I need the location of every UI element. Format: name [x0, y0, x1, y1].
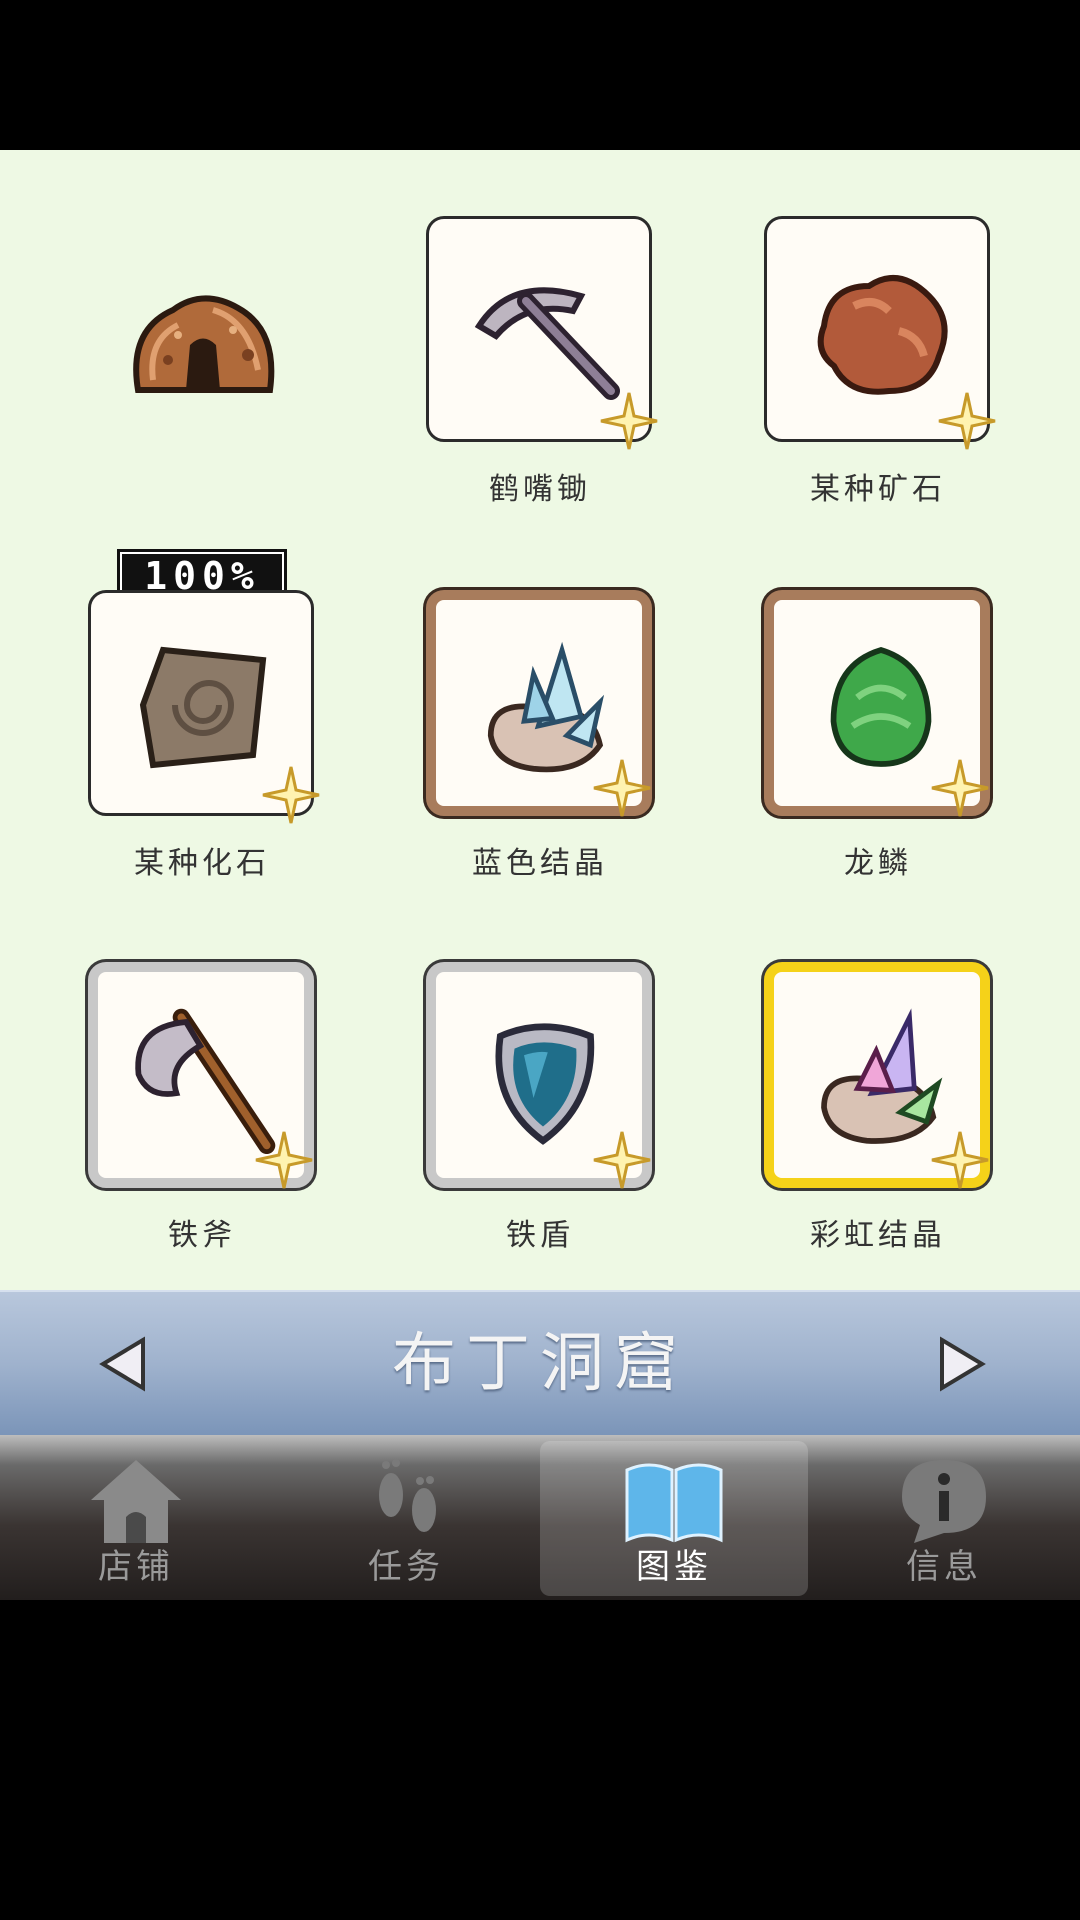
tab-label: 信息	[906, 1547, 982, 1587]
house-icon	[91, 1460, 181, 1543]
item-name: 某种化石	[134, 846, 270, 881]
collection-item[interactable]: 鹤嘴锄	[424, 216, 664, 516]
collection-item[interactable]: 铁斧	[86, 962, 326, 1262]
sparkle-icon	[593, 1131, 651, 1189]
sparkle-icon	[593, 759, 651, 817]
region-title: 布丁洞窟	[392, 1327, 688, 1401]
item-card[interactable]	[426, 590, 652, 817]
tab-shop[interactable]: 店铺	[2, 1441, 270, 1596]
collection-item[interactable]: 某种矿石	[762, 216, 1002, 516]
item-card[interactable]	[88, 962, 314, 1189]
sparkle-icon	[255, 1131, 313, 1189]
tab-quests[interactable]: 任务	[272, 1441, 540, 1596]
cave-completion: 100%	[110, 270, 290, 603]
tab-label: 任务	[368, 1547, 444, 1587]
collection-item[interactable]: 铁盾	[424, 962, 664, 1262]
collection-panel: 100% 鹤嘴锄 某种矿石 某种化石 蓝色结晶 龙鳞 铁斧 铁盾 彩虹结晶	[0, 150, 1080, 1290]
tab-label: 图鉴	[636, 1547, 712, 1587]
item-card[interactable]	[764, 590, 990, 817]
sparkle-icon	[938, 392, 996, 450]
region-selector: 布丁洞窟	[0, 1290, 1080, 1437]
right-arrow-icon[interactable]	[930, 1334, 990, 1394]
cave-mound-icon	[133, 295, 275, 393]
sparkle-icon	[600, 392, 658, 450]
item-name: 龙鳞	[844, 846, 912, 881]
item-card[interactable]	[764, 962, 990, 1189]
collection-item[interactable]: 蓝色结晶	[424, 590, 664, 890]
book-icon	[625, 1463, 723, 1543]
sparkle-icon	[931, 759, 989, 817]
tab-label: 店铺	[98, 1547, 174, 1587]
item-card[interactable]	[426, 962, 652, 1189]
item-name: 彩虹结晶	[810, 1218, 946, 1253]
collection-item[interactable]: 彩虹结晶	[762, 962, 1002, 1262]
item-name: 铁盾	[506, 1218, 574, 1253]
tab-encyclopedia[interactable]: 图鉴	[540, 1441, 808, 1596]
item-name: 铁斧	[168, 1218, 236, 1253]
item-name: 鹤嘴锄	[489, 472, 591, 507]
item-card[interactable]	[88, 590, 320, 824]
item-name: 蓝色结晶	[472, 846, 608, 881]
sparkle-icon	[262, 766, 320, 824]
item-card[interactable]	[764, 216, 996, 450]
footprints-icon	[379, 1459, 436, 1532]
info-bubble-icon	[902, 1460, 986, 1543]
item-card[interactable]	[426, 216, 658, 450]
item-name: 某种矿石	[810, 472, 946, 507]
collection-item[interactable]: 某种化石	[86, 590, 326, 890]
tab-bar: 店铺 任务 图鉴 信息	[0, 1435, 1080, 1600]
collection-item[interactable]: 龙鳞	[762, 590, 1002, 890]
tab-info[interactable]: 信息	[810, 1441, 1078, 1596]
sparkle-icon	[931, 1131, 989, 1189]
